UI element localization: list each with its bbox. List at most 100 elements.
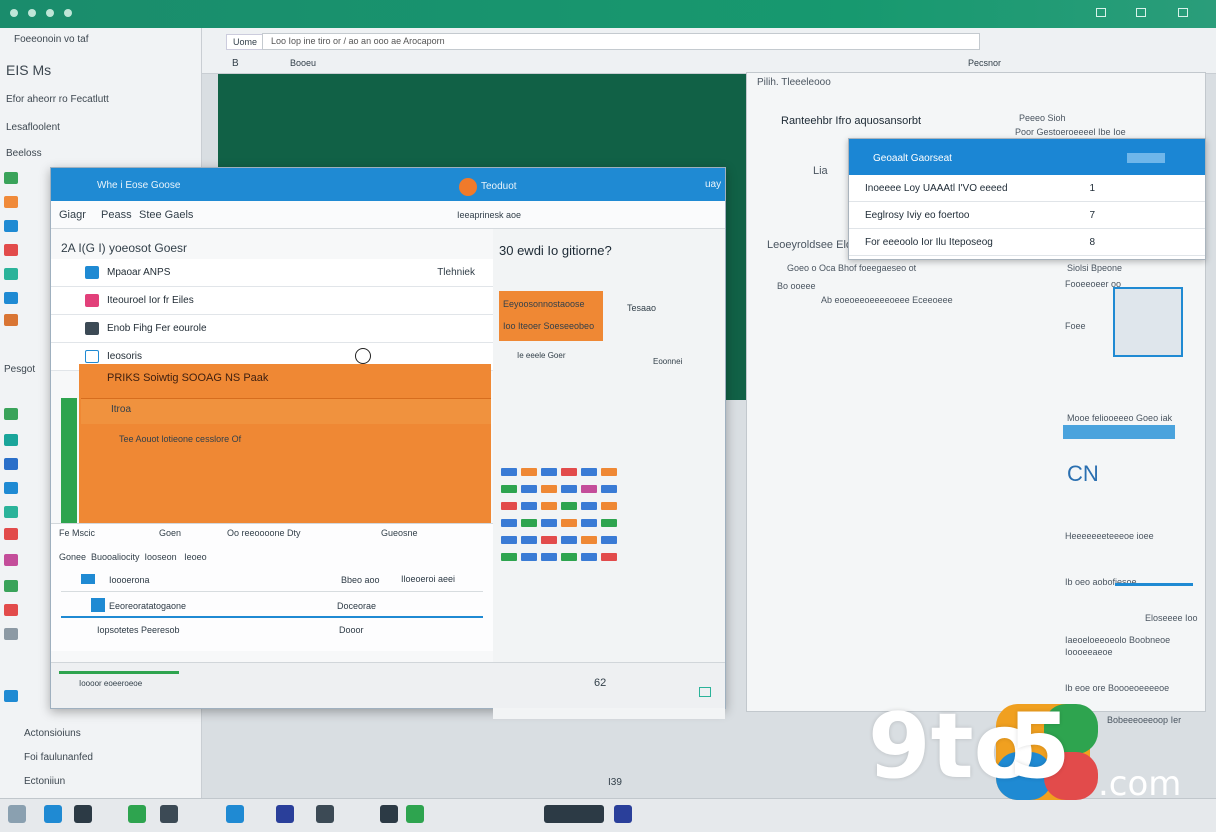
app-icon[interactable] (4, 458, 18, 470)
item-icon (85, 294, 99, 307)
toolbar-bold-button[interactable]: B (232, 58, 239, 69)
address-bar[interactable]: Loo Iop ine tiro or / ao an ooo ae Aroca… (262, 33, 980, 50)
bottom-tab[interactable]: Fe Mscic (59, 528, 95, 538)
bottom-tab[interactable]: Goen (159, 528, 181, 538)
sidebar-item[interactable]: Actonsioiuns (24, 728, 81, 739)
app-icon[interactable] (4, 506, 18, 518)
popup-item[interactable]: For eeeoolo Ior Ilu Iteposeog 8 (849, 229, 1205, 256)
app-icon[interactable] (4, 220, 18, 232)
control-dot-icon[interactable] (64, 9, 72, 17)
app-icon[interactable] (4, 554, 18, 566)
taskbar-app-icon[interactable] (276, 805, 294, 823)
taskbar-app-icon[interactable] (380, 805, 398, 823)
window-header: Ranteehbr Ifro aquosansorbt (781, 115, 922, 127)
app-icon[interactable] (4, 690, 18, 702)
app-icon[interactable] (4, 244, 18, 256)
sidebar-item[interactable]: Efor aheorr ro Fecatlutt (6, 94, 109, 105)
app-icon[interactable] (4, 628, 18, 640)
orange-tab-bar (81, 398, 491, 424)
app-icon[interactable] (4, 268, 18, 280)
list-item[interactable]: Enob Fihg Fer eourole (51, 315, 493, 343)
app-icon[interactable] (4, 292, 18, 304)
side-label: Siolsi Bpeone (1067, 263, 1123, 273)
minimize-icon[interactable] (1096, 8, 1106, 17)
control-dot-icon[interactable] (10, 9, 18, 17)
sidebar-item[interactable]: Beeloss (6, 148, 42, 159)
window-controls (10, 9, 72, 17)
popup-item[interactable]: Inoeeee Loy UAAAtl I'VO eeeed 1 (849, 175, 1205, 202)
orange-subtext: Tee Aouot lotieone cesslore Of (119, 434, 242, 444)
side-title: Peeeo Sioh (1019, 113, 1066, 123)
right-small-2: Eoonnei (653, 357, 683, 366)
cursor-ring-icon (355, 348, 371, 364)
taskbar-app-icon[interactable] (160, 805, 178, 823)
control-dot-icon[interactable] (28, 9, 36, 17)
sidebar-item[interactable]: Pesgot (4, 364, 35, 375)
popup-search-field[interactable] (1127, 153, 1165, 163)
toolbar-item[interactable]: Booeu (290, 58, 316, 68)
app-icon[interactable] (4, 434, 18, 446)
status-icon[interactable] (699, 687, 711, 697)
app-icon[interactable] (4, 482, 18, 494)
app-icon[interactable] (4, 408, 18, 420)
taskbar-app-icon[interactable] (406, 805, 424, 823)
list-item[interactable]: Mpaoar ANPS Tlehniek (51, 259, 493, 287)
app-icon[interactable] (4, 314, 18, 326)
app-icon[interactable] (4, 196, 18, 208)
window-title: Pilih. Tleeeleooo (757, 77, 831, 88)
popup-title: Geoaalt Gaorseat (873, 153, 952, 164)
text-line: Iaeoeloeeoeolo Boobneoe (1065, 635, 1171, 645)
taskbar-app-icon[interactable] (614, 805, 632, 823)
item-icon (85, 266, 99, 279)
item-count: 8 (1089, 237, 1095, 248)
bottom-tab[interactable]: Gueosne (381, 528, 418, 538)
table-row[interactable]: Ioooerona Bbeo aoo Iloeoeroi aeei (61, 568, 483, 592)
main-window-center: Teoduot (481, 181, 517, 192)
app-icon[interactable] (4, 580, 18, 592)
item-icon (85, 322, 99, 335)
taskbar-app-icon[interactable] (316, 805, 334, 823)
main-toolbar: Giagr Peass Stee Gaels Ieeaprinesk aoe (51, 201, 725, 229)
taskbar-app-icon[interactable] (226, 805, 244, 823)
toolbar-item[interactable]: Stee Gaels (139, 209, 193, 221)
popup-item[interactable]: Eeglrosy Iviy eo foertoo 7 (849, 202, 1205, 229)
list-item[interactable]: Iteouroel Ior fr Eiles (51, 287, 493, 315)
table-row[interactable]: Eeoreoratatogaone Doceorae (61, 594, 483, 618)
status-number: 62 (594, 677, 607, 689)
status-progress (59, 671, 179, 674)
app-icon[interactable] (4, 528, 18, 540)
app-icon[interactable] (4, 604, 18, 616)
table-row[interactable]: Iopsotetes Peeresob Dooor (61, 618, 483, 642)
taskbar-app-icon[interactable] (74, 805, 92, 823)
toolbar-right[interactable]: Ieeaprinesk aoe (457, 210, 521, 220)
taskbar-app-icon[interactable] (544, 805, 604, 823)
main-window-title: Whe i Eose Goose (97, 180, 181, 191)
taskbar-app-icon[interactable] (44, 805, 62, 823)
list-header: 2A I(G I) yoeosot Goesr (61, 241, 188, 255)
main-window-right-text: uay (705, 179, 722, 190)
item-count: 1 (1089, 183, 1095, 194)
browser-tab[interactable]: Uome (226, 34, 265, 50)
sidebar-item[interactable]: Ectoniiun (24, 776, 65, 787)
sidebar-item[interactable]: Lesafloolent (6, 122, 60, 133)
orange-tab[interactable]: Itroa (111, 404, 131, 415)
cn-label: CN (1067, 461, 1099, 486)
toolbar-item-right[interactable]: Pecsnor (968, 58, 1001, 68)
taskbar-app-icon[interactable] (128, 805, 146, 823)
slider-track[interactable] (1115, 583, 1193, 586)
status-text: Ioooor eoeeroeoe (79, 679, 143, 688)
right-small: Ie eeele Goer (517, 351, 566, 360)
taskbar: I39 (0, 777, 1216, 832)
maximize-icon[interactable] (1136, 8, 1146, 17)
preview-thumbnail[interactable] (1113, 287, 1183, 357)
start-icon[interactable] (8, 805, 26, 823)
sidebar-item[interactable]: Foi faulunanfed (24, 752, 93, 763)
text-line: Goeo o Oca Bhof foeegaeseo ot (787, 263, 917, 273)
toolbar-item[interactable]: Giagr (59, 209, 86, 221)
close-icon[interactable] (1178, 8, 1188, 17)
control-dot-icon[interactable] (46, 9, 54, 17)
dropdown-popup: Geoaalt Gaorseat Inoeeee Loy UAAAtl I'VO… (848, 138, 1206, 260)
app-icon[interactable] (4, 172, 18, 184)
bottom-tab[interactable]: Oo reeoooone Dty (227, 528, 301, 538)
toolbar-item[interactable]: Peass (101, 209, 132, 221)
